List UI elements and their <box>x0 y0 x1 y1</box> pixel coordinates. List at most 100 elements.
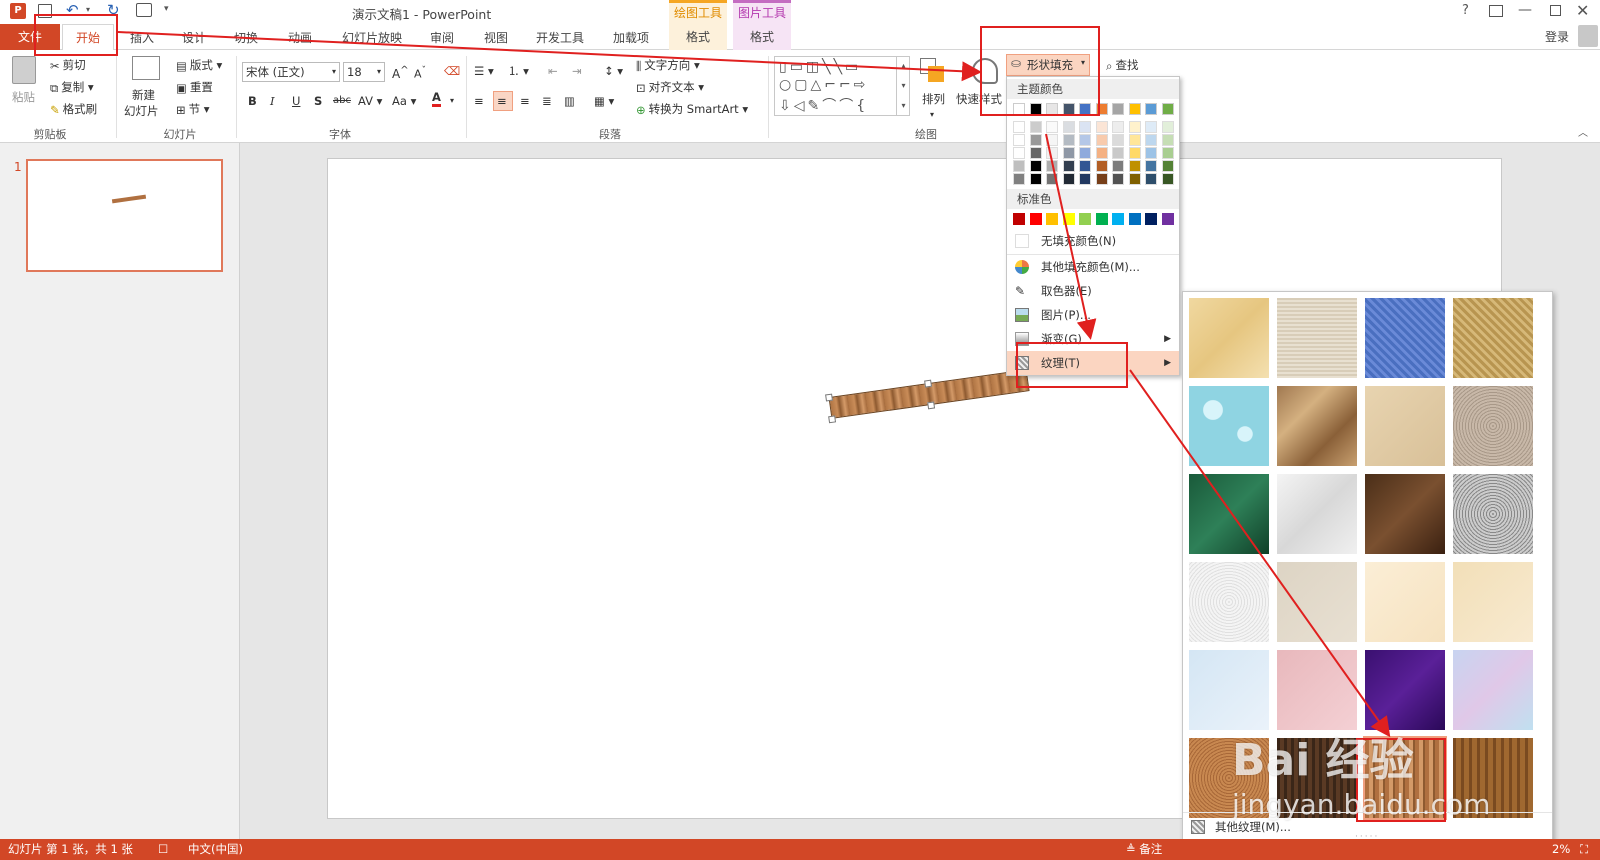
numbering-icon[interactable]: ⒈ ▾ <box>508 62 529 80</box>
theme-shade-swatch[interactable] <box>1079 173 1091 185</box>
standard-color-swatch[interactable] <box>1029 213 1042 225</box>
standard-color-swatch[interactable] <box>1161 213 1174 225</box>
theme-shade-swatch[interactable] <box>1079 160 1091 172</box>
standard-color-swatch[interactable] <box>1062 213 1075 225</box>
texture-tile[interactable] <box>1277 650 1357 730</box>
no-fill-item[interactable]: 无填充颜色(N) <box>1007 229 1179 253</box>
format-painter-button[interactable]: ✎ 格式刷 <box>50 100 97 119</box>
theme-shade-swatch[interactable] <box>1046 121 1058 133</box>
theme-color-swatch[interactable] <box>1112 103 1124 115</box>
theme-shade-swatch[interactable] <box>1013 121 1025 133</box>
theme-color-swatch[interactable] <box>1128 103 1141 115</box>
paste-button[interactable]: 粘贴 <box>12 88 35 106</box>
theme-shade-swatch[interactable] <box>1062 121 1075 133</box>
start-slideshow-icon[interactable] <box>136 3 152 17</box>
paste-icon[interactable] <box>12 56 36 84</box>
texture-tile[interactable] <box>1189 386 1269 466</box>
texture-tile[interactable] <box>1453 386 1533 466</box>
theme-shade-swatch[interactable] <box>1062 160 1075 172</box>
minimize-icon[interactable]: — <box>1518 2 1532 18</box>
theme-shade-swatch[interactable] <box>1062 134 1075 146</box>
theme-shade-swatch[interactable] <box>1112 160 1124 172</box>
shapes-gallery[interactable]: ▯▭◫╲╲▭ ○▢△⌐⌐⇨ ⇩◁✎⌒⌒{ <box>774 56 910 116</box>
standard-color-swatch[interactable] <box>1046 213 1058 225</box>
theme-shade-swatch[interactable] <box>1013 173 1025 185</box>
resize-handle[interactable] <box>825 393 833 402</box>
bullets-icon[interactable]: ☰ ▾ <box>474 62 494 80</box>
theme-shade-swatch[interactable] <box>1161 173 1174 185</box>
theme-shade-swatch[interactable] <box>1128 147 1141 159</box>
theme-color-swatch[interactable] <box>1161 103 1174 115</box>
notes-button[interactable]: ≜ 备注 <box>1126 839 1162 860</box>
theme-shade-swatch[interactable] <box>1112 173 1124 185</box>
texture-tile[interactable] <box>1365 562 1445 642</box>
justify-icon[interactable]: ≣ <box>542 92 552 110</box>
texture-tile[interactable] <box>1453 474 1533 554</box>
theme-shade-swatch[interactable] <box>1046 134 1058 146</box>
sign-in-link[interactable]: 登录 <box>1545 28 1569 45</box>
tab-drawing-format[interactable]: 格式 <box>669 24 727 50</box>
tab-animations[interactable]: 动画 <box>280 27 320 49</box>
texture-tile[interactable] <box>1365 386 1445 466</box>
theme-shade-swatch[interactable] <box>1029 147 1042 159</box>
char-spacing-icon[interactable]: AV ▾ <box>358 92 382 110</box>
theme-shade-swatch[interactable] <box>1095 121 1108 133</box>
resize-handle[interactable] <box>927 401 936 410</box>
tab-review[interactable]: 审阅 <box>422 27 462 49</box>
undo-dropdown-icon[interactable]: ▾ <box>86 5 90 14</box>
theme-shade-swatch[interactable] <box>1046 160 1058 172</box>
theme-shade-swatch[interactable] <box>1013 147 1025 159</box>
eyedropper-item[interactable]: ✎ 取色器(E) <box>1007 279 1179 303</box>
cut-button[interactable]: ✂ 剪切 <box>50 56 86 75</box>
find-button[interactable]: ⌕ 查找 <box>1106 56 1138 75</box>
texture-tile[interactable] <box>1453 562 1533 642</box>
columns-icon[interactable]: ▦ ▾ <box>594 92 614 110</box>
new-slide-label-2[interactable]: 幻灯片 <box>124 102 159 120</box>
texture-tile[interactable] <box>1277 562 1357 642</box>
theme-shade-swatch[interactable] <box>1145 160 1157 172</box>
theme-shade-swatch[interactable] <box>1029 173 1042 185</box>
theme-shade-swatch[interactable] <box>1128 173 1141 185</box>
reset-button[interactable]: ▣ 重置 <box>176 78 213 97</box>
strikethrough-icon[interactable]: abc <box>333 92 351 110</box>
texture-tile[interactable] <box>1365 298 1445 378</box>
texture-tile[interactable] <box>1189 650 1269 730</box>
tab-design[interactable]: 设计 <box>174 27 214 49</box>
copy-button[interactable]: ⧉ 复制 ▾ <box>50 78 94 97</box>
theme-shade-swatch[interactable] <box>1013 160 1025 172</box>
theme-shade-swatch[interactable] <box>1128 160 1141 172</box>
text-shadow-icon[interactable]: S <box>314 92 322 110</box>
restore-icon[interactable] <box>1550 5 1561 16</box>
theme-shade-swatch[interactable] <box>1013 134 1025 146</box>
texture-tile[interactable] <box>1277 386 1357 466</box>
theme-shade-swatch[interactable] <box>1079 147 1091 159</box>
help-icon[interactable]: ? <box>1462 3 1469 18</box>
tab-slideshow[interactable]: 幻灯片放映 <box>336 27 408 49</box>
theme-color-swatch[interactable] <box>1145 103 1157 115</box>
theme-shade-swatch[interactable] <box>1079 134 1091 146</box>
texture-tile[interactable] <box>1189 474 1269 554</box>
line-spacing-icon[interactable]: ↕ ▾ <box>604 62 623 80</box>
standard-color-swatch[interactable] <box>1128 213 1141 225</box>
ribbon-display-icon[interactable] <box>1489 5 1503 17</box>
texture-tile[interactable] <box>1277 474 1357 554</box>
align-left-icon[interactable]: ≡ <box>474 92 484 110</box>
tab-view[interactable]: 视图 <box>476 27 516 49</box>
resize-handle[interactable] <box>828 415 837 424</box>
theme-shade-swatch[interactable] <box>1029 121 1042 133</box>
standard-color-swatch[interactable] <box>1013 213 1025 225</box>
theme-shade-swatch[interactable] <box>1095 173 1108 185</box>
underline-icon[interactable]: U <box>292 92 300 110</box>
theme-shade-swatch[interactable] <box>1095 160 1108 172</box>
arrange-icon[interactable] <box>920 58 946 84</box>
theme-shade-swatch[interactable] <box>1062 173 1075 185</box>
theme-shade-swatch[interactable] <box>1062 147 1075 159</box>
theme-shade-swatch[interactable] <box>1095 134 1108 146</box>
chevron-down-icon[interactable]: ▾ <box>930 106 934 124</box>
resize-handle[interactable] <box>924 379 933 388</box>
font-color-icon[interactable]: A <box>432 90 441 107</box>
spell-check-icon[interactable]: ☐ <box>158 839 168 860</box>
theme-shade-swatch[interactable] <box>1161 121 1174 133</box>
align-right-icon[interactable]: ≡ <box>520 92 530 110</box>
layout-button[interactable]: ▤ 版式 ▾ <box>176 56 222 75</box>
